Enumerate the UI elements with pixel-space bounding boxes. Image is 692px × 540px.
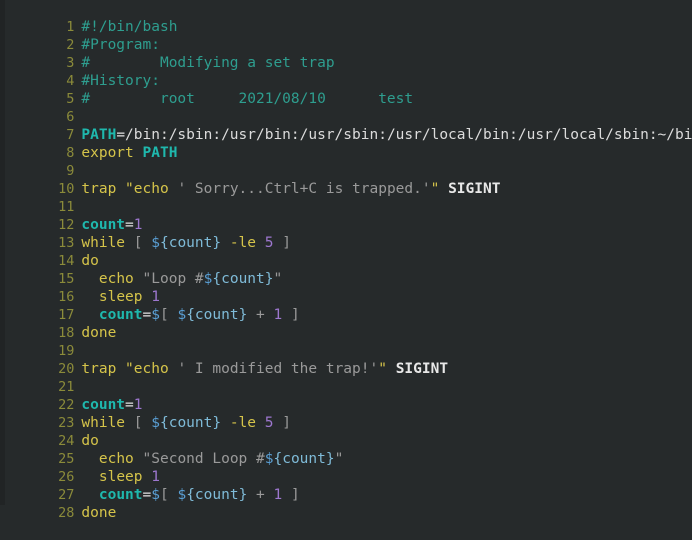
code-line: 2 #Program: bbox=[0, 18, 692, 53]
code-line: 11 bbox=[0, 180, 692, 215]
code-line: 22 count=1 bbox=[0, 378, 692, 413]
code-content-area[interactable]: 1 #!/bin/bash 2 #Program: 3 # Modifying a s… bbox=[0, 0, 692, 521]
line-number: 28 bbox=[58, 505, 75, 521]
token-keyword: done bbox=[81, 505, 117, 521]
code-line: 7 PATH=/bin:/sbin:/usr/bin:/usr/sbin:/usr… bbox=[0, 108, 692, 143]
code-line: 4 #History: bbox=[0, 54, 692, 89]
code-editor[interactable]: 1 #!/bin/bash 2 #Program: 3 # Modifying a s… bbox=[0, 0, 692, 521]
code-line: 19 bbox=[0, 324, 692, 359]
code-line: 12 count=1 bbox=[0, 198, 692, 233]
code-line: 21 bbox=[0, 360, 692, 395]
code-line: 27 count=$[ ${count} + 1 ] bbox=[0, 468, 692, 503]
code-line: 5 # root 2021/08/10 test bbox=[0, 72, 692, 107]
code-line: 13 while [ ${count} -le 5 ] bbox=[0, 216, 692, 251]
code-line: 8 export PATH bbox=[0, 126, 692, 161]
code-line: 3 # Modifying a set trap bbox=[0, 36, 692, 71]
code-line: 10 trap "echo ' Sorry...Ctrl+C is trapped… bbox=[0, 162, 692, 197]
code-line: 23 while [ ${count} -le 5 ] bbox=[0, 396, 692, 431]
code-line: 15 echo "Loop #${count}" bbox=[0, 252, 692, 287]
code-line: 17 count=$[ ${count} + 1 ] bbox=[0, 288, 692, 323]
code-line: 6 bbox=[0, 90, 692, 125]
code-line: 16 sleep 1 bbox=[0, 270, 692, 305]
line-content: done bbox=[81, 504, 116, 522]
code-line: 28 done bbox=[0, 486, 692, 521]
code-line: 25 echo "Second Loop #${count}" bbox=[0, 432, 692, 467]
code-line: 9 bbox=[0, 144, 692, 179]
code-line: 1 #!/bin/bash bbox=[0, 0, 692, 35]
code-line: 18 done bbox=[0, 306, 692, 341]
code-line: 20 trap "echo ' I modified the trap!'" SI… bbox=[0, 342, 692, 377]
code-line: 24 do bbox=[0, 414, 692, 449]
code-line: 14 do bbox=[0, 234, 692, 269]
code-line: 26 sleep 1 bbox=[0, 450, 692, 485]
